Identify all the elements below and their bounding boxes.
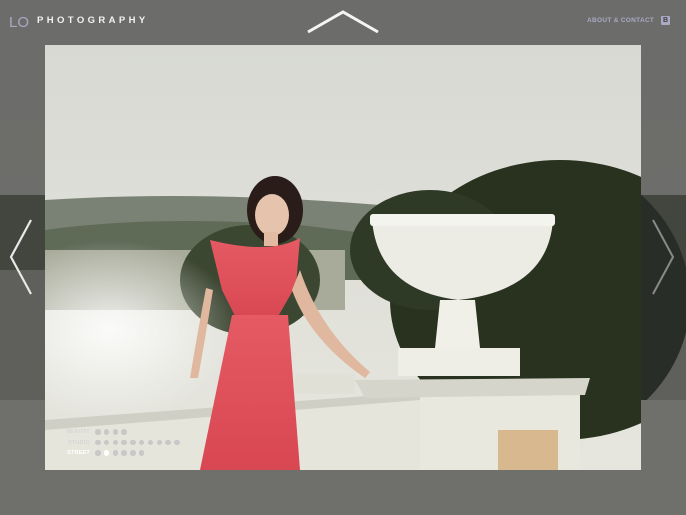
b-icon[interactable]: B <box>661 16 670 25</box>
gallery-dot[interactable] <box>112 429 119 435</box>
category-row-street: STREET <box>60 448 183 458</box>
gallery-dot[interactable] <box>138 450 145 456</box>
about-contact-link[interactable]: ABOUT & CONTACT <box>587 17 654 24</box>
chevron-up-icon[interactable] <box>306 9 380 35</box>
gallery-dot[interactable] <box>103 429 110 435</box>
gallery-dot[interactable] <box>95 450 101 456</box>
gallery-dot[interactable] <box>121 429 127 435</box>
top-bar: LO PHOTOGRAPHY ABOUT & CONTACT B <box>0 0 686 44</box>
category-label[interactable]: BEAUTY <box>60 429 90 435</box>
gallery-dot[interactable] <box>165 439 171 446</box>
category-row-studio: STUDIO <box>60 438 183 448</box>
category-dots <box>95 450 148 456</box>
logo-mark-icon: LO <box>9 14 29 30</box>
gallery-dot[interactable] <box>121 439 127 446</box>
category-label[interactable]: STREET <box>60 450 90 456</box>
chevron-left-icon[interactable] <box>8 218 34 296</box>
logo[interactable]: LO PHOTOGRAPHY <box>9 10 149 30</box>
gallery-dot[interactable] <box>103 450 110 456</box>
category-dots <box>95 429 130 435</box>
gallery-dot[interactable] <box>130 439 136 446</box>
category-row-beauty: BEAUTY <box>60 427 183 437</box>
svg-text:LO: LO <box>9 14 29 30</box>
main-photo <box>45 45 641 470</box>
gallery-dot[interactable] <box>174 439 180 446</box>
gallery-dot[interactable] <box>103 439 110 446</box>
gallery-dot[interactable] <box>95 439 101 446</box>
gallery-dot[interactable] <box>121 450 127 456</box>
gallery-dot[interactable] <box>147 439 154 446</box>
gallery-dot[interactable] <box>112 450 119 456</box>
gallery-dot[interactable] <box>138 439 145 446</box>
gallery-dot[interactable] <box>112 439 119 446</box>
category-dots <box>95 439 183 446</box>
logo-text: PHOTOGRAPHY <box>37 14 149 26</box>
gallery-category-list: BEAUTY STUDIO STREET <box>60 427 183 459</box>
gallery-dot[interactable] <box>95 429 101 435</box>
gallery-dot[interactable] <box>130 450 136 456</box>
gallery-dot[interactable] <box>156 439 163 446</box>
category-label[interactable]: STUDIO <box>60 440 90 446</box>
chevron-right-icon[interactable] <box>650 218 676 296</box>
